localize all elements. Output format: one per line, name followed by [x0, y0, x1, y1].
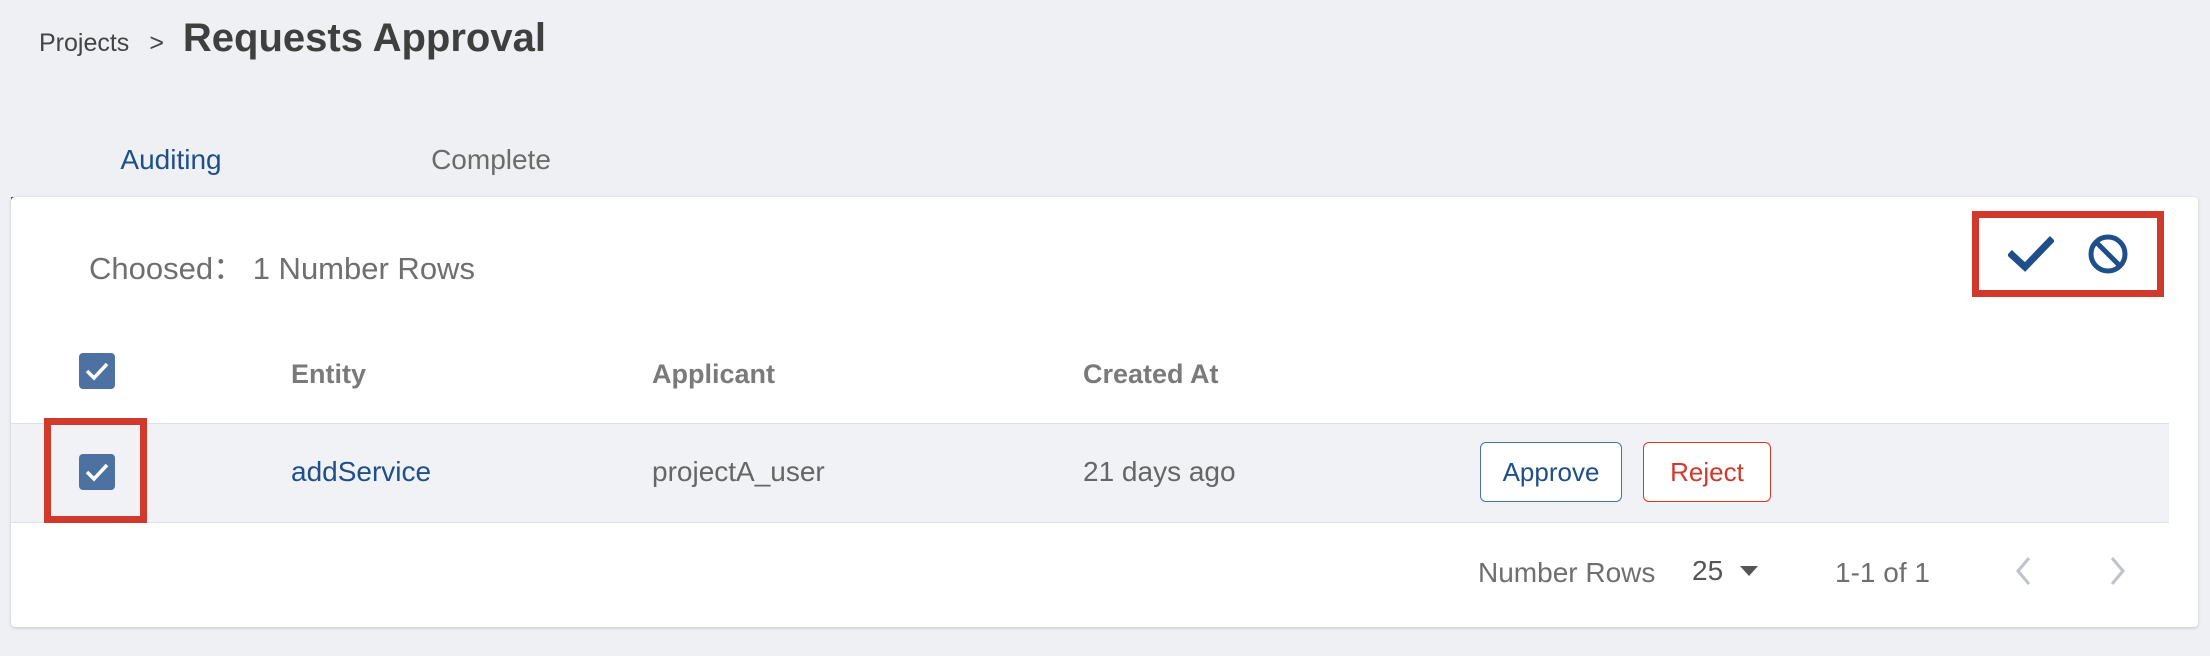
column-header-applicant[interactable]: Applicant: [652, 359, 775, 390]
table-header: Entity Applicant Created At: [11, 337, 2169, 421]
checkmark-icon: [85, 362, 109, 381]
row-checkbox-highlight: [44, 418, 147, 523]
column-header-entity[interactable]: Entity: [291, 359, 366, 390]
column-header-created-at[interactable]: Created At: [1083, 359, 1219, 390]
chevron-left-icon: [2016, 557, 2031, 585]
rows-per-page-select[interactable]: 25: [1692, 555, 1759, 587]
pagination: Number Rows 25 1-1 of 1: [11, 555, 2169, 617]
bulk-actions-group: [1972, 211, 2164, 297]
applicant-cell: projectA_user: [652, 456, 825, 487]
select-all-checkbox[interactable]: [79, 353, 115, 389]
caret-down-icon: [1740, 566, 1759, 576]
chevron-right-icon: [2110, 557, 2125, 585]
entity-cell[interactable]: addService: [291, 456, 431, 488]
previous-page-button[interactable]: [2013, 555, 2033, 592]
selection-count: Choosed： 1 Number Rows: [89, 251, 475, 286]
rows-per-page-label: Number Rows: [1478, 557, 1656, 588]
pagination-range: 1-1 of 1: [1835, 557, 1930, 588]
row-checkbox[interactable]: [79, 454, 115, 490]
requests-card: Choosed： 1 Number Rows Entity Applicant …: [11, 197, 2198, 627]
rows-per-page-value: 25: [1692, 555, 1724, 586]
checkmark-icon: [85, 463, 109, 482]
breadcrumb-separator: >: [149, 29, 164, 57]
page-title: Requests Approval: [182, 16, 546, 60]
bulk-approve-button[interactable]: [2007, 235, 2054, 273]
bulk-reject-button[interactable]: [2087, 233, 2129, 275]
check-icon: [2007, 236, 2054, 272]
breadcrumb: Projects > Requests Approval: [39, 16, 546, 61]
created-at-cell: 21 days ago: [1083, 456, 1236, 487]
approve-button[interactable]: Approve: [1480, 442, 1622, 502]
next-page-button[interactable]: [2108, 555, 2128, 592]
block-icon: [2088, 234, 2127, 274]
tab-complete[interactable]: Complete: [331, 124, 651, 196]
table-row[interactable]: addService projectA_user 21 days ago App…: [11, 418, 2169, 523]
reject-button[interactable]: Reject: [1643, 442, 1771, 502]
tab-auditing[interactable]: Auditing: [11, 124, 331, 201]
breadcrumb-projects-link[interactable]: Projects: [39, 29, 129, 58]
